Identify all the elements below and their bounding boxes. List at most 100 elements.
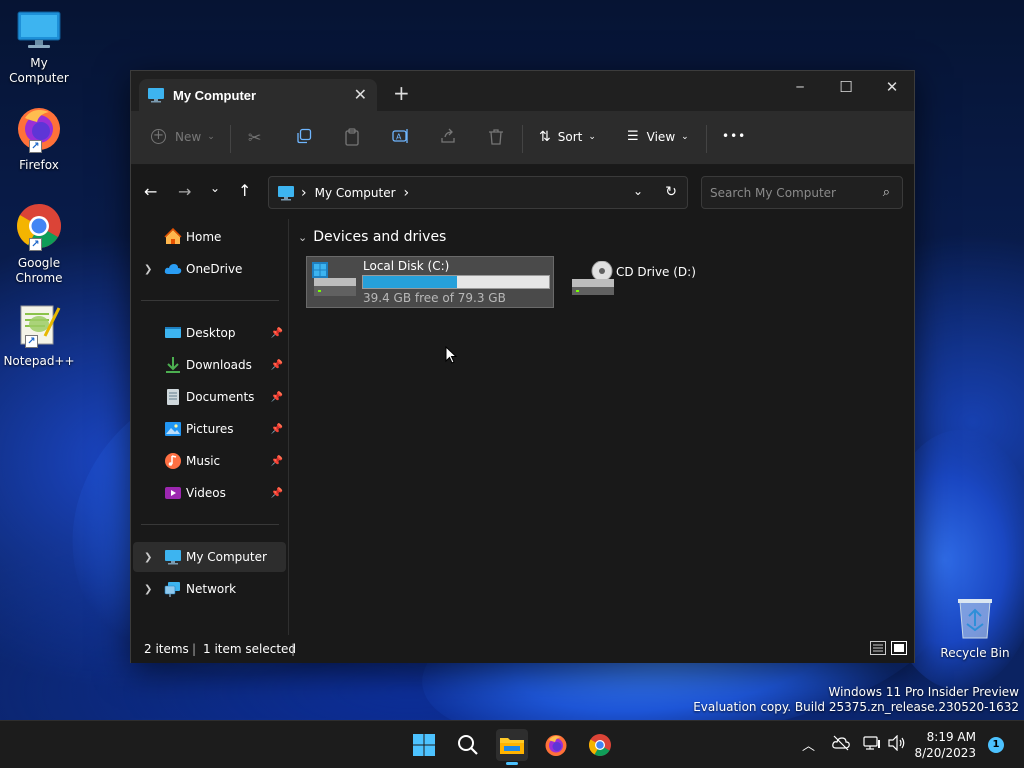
address-bar[interactable]: › My Computer › ⌄ ↻ [268,176,688,209]
arrow-right-icon: → [178,182,192,201]
file-explorer-window: My Computer ✕ + ─ ☐ ✕ + New ⌄ ✂ A ⇅ Sort… [130,70,915,663]
cd-drive-icon [572,261,614,295]
tab-my-computer[interactable]: My Computer ✕ [139,79,377,111]
volume-tray-icon[interactable] [888,734,906,755]
recent-locations-button[interactable]: ⌄ [210,181,220,195]
sidebar-item-onedrive[interactable]: ❯ OneDrive [133,254,286,284]
desktop-icon-firefox[interactable]: ↗ Firefox [0,104,78,173]
breadcrumb-separator-icon[interactable]: › [301,185,307,201]
back-button[interactable]: ← [144,182,157,201]
delete-button[interactable] [488,128,504,145]
selection-count: 1 item selected [203,642,297,656]
new-button[interactable]: + New ⌄ [151,129,215,144]
large-icons-view-button[interactable] [891,641,907,658]
desktop-icon-notepad-plus-plus[interactable]: ↗ Notepad++ [0,302,78,369]
details-view-button[interactable] [870,641,886,658]
monitor-icon [148,88,164,103]
view-icon: ☰ [627,129,639,144]
onedrive-tray-icon[interactable] [832,735,850,755]
shortcut-arrow-icon: ↗ [29,238,42,251]
windows-logo-icon [413,734,435,756]
chevron-right-icon[interactable]: ❯ [144,552,152,563]
chevron-right-icon[interactable]: ❯ [144,584,152,595]
svg-text:A: A [396,133,402,142]
close-window-button[interactable]: ✕ [869,71,915,103]
close-tab-icon[interactable]: ✕ [354,85,367,104]
drive-usage-fill [363,276,457,288]
sidebar-item-label: Documents [186,390,255,404]
search-input[interactable] [710,185,870,200]
cut-button[interactable]: ✂ [248,128,261,147]
network-icon [164,582,180,597]
sidebar-item-downloads[interactable]: Downloads 📌 [133,350,286,380]
chrome-taskbar-button[interactable] [584,729,616,761]
desktop-icon-recycle-bin[interactable]: Recycle Bin [936,596,1014,661]
sidebar-item-pictures[interactable]: Pictures 📌 [133,414,286,444]
sort-icon: ⇅ [539,129,551,145]
drive-item-local-disk[interactable]: Local Disk (C:) 39.4 GB free of 79.3 GB [306,256,554,308]
sidebar-item-desktop[interactable]: Desktop 📌 [133,318,286,348]
sidebar-item-label: OneDrive [186,262,243,276]
sidebar-item-documents[interactable]: Documents 📌 [133,382,286,412]
notification-badge[interactable]: 1 [988,737,1004,753]
clock-time: 8:19 AM [926,730,976,744]
breadcrumb-chevron-icon[interactable]: › [404,185,410,201]
sidebar-item-videos[interactable]: Videos 📌 [133,478,286,508]
address-dropdown-icon[interactable]: ⌄ [633,184,643,198]
share-button[interactable] [440,128,456,144]
view-button[interactable]: ☰ View ⌄ [627,129,689,144]
shortcut-arrow-icon: ↗ [29,140,42,153]
desktop-icon-label: Firefox [19,158,59,172]
minimize-button[interactable]: ─ [777,71,823,103]
file-explorer-taskbar-button[interactable] [496,729,528,765]
maximize-button[interactable]: ☐ [823,71,869,103]
desktop-folder-icon [165,327,181,338]
hard-drive-icon [312,262,356,296]
breadcrumb-my-computer[interactable]: My Computer [315,186,396,200]
watermark-line-1: Windows 11 Pro Insider Preview [828,685,1019,699]
close-icon: ✕ [885,78,899,96]
see-more-button[interactable]: ••• [722,129,746,143]
sidebar-item-label: Desktop [186,326,236,340]
clock[interactable]: 8:19 AM 8/20/2023 [914,729,976,761]
firefox-taskbar-button[interactable] [540,729,572,761]
tiles-view-icon [891,641,907,655]
scissors-icon: ✂ [248,128,262,147]
sidebar-divider [141,300,279,301]
search-box[interactable]: ⌕ [701,176,903,209]
clipboard-icon [345,128,359,146]
pin-icon: 📌 [270,391,283,403]
chevron-down-icon: ⌄ [210,181,221,195]
show-hidden-icons-button[interactable]: ︿ [802,735,815,754]
group-header-devices[interactable]: ⌄ Devices and drives [298,229,446,245]
paste-button[interactable] [344,128,360,146]
forward-button[interactable]: → [178,182,191,201]
refresh-icon[interactable]: ↻ [665,184,677,200]
sidebar-item-home[interactable]: Home [133,222,286,252]
search-taskbar-button[interactable] [452,729,484,761]
chevron-right-icon[interactable]: ❯ [144,264,152,275]
chevron-down-icon: ⌄ [681,131,689,142]
up-button[interactable]: ↑ [238,181,251,200]
sidebar-item-music[interactable]: Music 📌 [133,446,286,476]
sidebar-item-label: Videos [186,486,226,500]
sort-button[interactable]: ⇅ Sort ⌄ [539,129,596,145]
desktop-icon-label: My Computer [9,56,69,85]
copy-button[interactable] [296,128,312,144]
pin-icon: 📌 [270,423,283,435]
desktop-icon-my-computer[interactable]: My Computer [0,10,78,86]
network-tray-icon[interactable] [863,735,881,755]
sidebar-item-my-computer[interactable]: ❯ My Computer [133,542,286,572]
rename-button[interactable]: A [392,128,410,144]
new-tab-button[interactable]: + [393,83,410,103]
command-bar: + New ⌄ ✂ A ⇅ Sort ⌄ ☰ View ⌄ ••• [131,111,914,165]
toolbar-divider [230,125,231,153]
drive-item-cd-drive[interactable]: CD Drive (D:) [565,256,765,308]
sidebar-item-network[interactable]: ❯ Network [133,574,286,604]
arrow-left-icon: ← [144,182,158,201]
start-button[interactable] [408,729,440,761]
desktop-icon-google-chrome[interactable]: ↗ Google Chrome [0,202,78,286]
minimize-icon: ─ [796,80,804,94]
video-icon [165,487,181,499]
group-header-label: Devices and drives [313,229,447,245]
